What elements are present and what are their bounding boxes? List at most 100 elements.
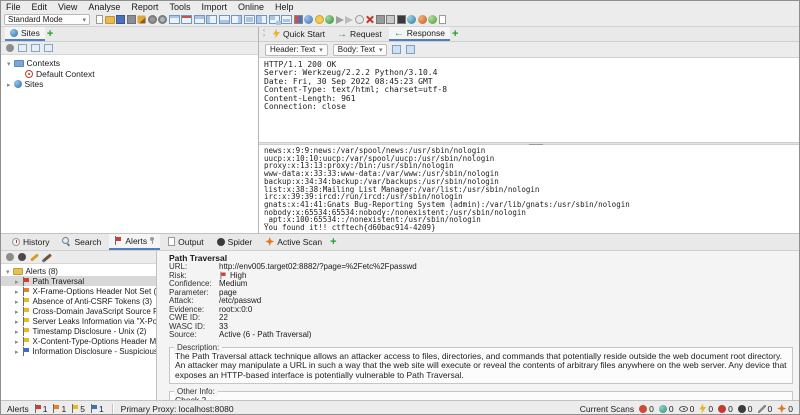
layout-right-icon[interactable]	[231, 15, 242, 24]
break-icon[interactable]	[355, 15, 364, 24]
session-properties-icon[interactable]	[148, 15, 157, 24]
response-splitter[interactable]	[259, 142, 799, 145]
hint-bulb-icon[interactable]	[315, 15, 324, 24]
pin-icon[interactable]	[150, 237, 155, 244]
scope-circle-icon[interactable]	[18, 253, 26, 261]
alert-row-info-disclosure[interactable]: Information Disclosure - Suspicious Comm…	[1, 346, 156, 356]
edit-session-icon[interactable]	[137, 15, 145, 23]
body-view-select[interactable]: Body: Text ▾	[333, 44, 388, 56]
alert-row-x-frame-options[interactable]: X-Frame-Options Header Not Set (7)	[1, 286, 156, 296]
caret-closed-icon[interactable]	[15, 337, 19, 346]
caret-closed-icon[interactable]	[15, 277, 19, 286]
step-icon[interactable]	[345, 16, 353, 24]
alert-row-timestamp-disclosure[interactable]: Timestamp Disclosure - Unix (2)	[1, 326, 156, 336]
tab-spider[interactable]: Spider	[212, 234, 258, 250]
layout-top-icon[interactable]	[194, 15, 205, 24]
alert-row-path-traversal[interactable]: Path Traversal	[1, 276, 156, 286]
menu-tools[interactable]: Tools	[169, 2, 190, 12]
new-session-icon[interactable]	[96, 15, 103, 24]
alert-row-server-leaks[interactable]: Server Leaks Information via "X-Powered-…	[1, 316, 156, 326]
firefox-icon[interactable]	[418, 15, 427, 24]
persist-session-icon[interactable]	[116, 15, 125, 24]
status-alerts-label[interactable]: Alerts	[7, 404, 29, 414]
tab-quick-start[interactable]: Quick Start	[268, 27, 330, 41]
record-icon[interactable]	[325, 15, 334, 24]
tab-scroll-right-icon[interactable]: ›	[263, 34, 265, 39]
snapshot-session-icon[interactable]	[127, 15, 136, 24]
header-view-select[interactable]: Header: Text ▾	[265, 44, 328, 56]
add-workspace-tab-icon[interactable]: +	[452, 30, 458, 39]
highlight-toggle-icon-2[interactable]	[406, 45, 415, 54]
add-tab-icon[interactable]: +	[47, 30, 53, 39]
alert-row-anti-csrf[interactable]: Absence of Anti-CSRF Tokens (3)	[1, 296, 156, 306]
tab-request[interactable]: Request	[332, 27, 387, 41]
tab-sites[interactable]: Sites	[5, 27, 45, 41]
menu-view[interactable]: View	[58, 2, 77, 12]
clear-alerts-icon[interactable]	[43, 253, 52, 261]
layout-bottom-icon[interactable]	[219, 15, 230, 24]
tab-search[interactable]: Search	[57, 234, 106, 250]
edit-alert-icon[interactable]	[30, 253, 39, 261]
tab-output[interactable]: Output	[163, 234, 209, 250]
tree-row-contexts[interactable]: Contexts	[3, 58, 256, 69]
menu-import[interactable]: Import	[201, 2, 227, 12]
caret-closed-icon[interactable]	[15, 347, 19, 356]
continue-icon[interactable]	[336, 16, 344, 24]
script-page-icon[interactable]	[439, 15, 446, 24]
caret-closed-icon[interactable]	[15, 297, 19, 306]
filter-circle-icon[interactable]	[6, 44, 14, 52]
caret-closed-icon[interactable]	[15, 287, 19, 296]
caret-closed-icon[interactable]	[7, 79, 11, 89]
sites-tree[interactable]: Contexts Default Context Sites	[1, 55, 258, 233]
tree-row-sites[interactable]: Sites	[3, 79, 256, 90]
panel-view-icon-1[interactable]	[18, 44, 27, 52]
menu-help[interactable]: Help	[275, 2, 294, 12]
stop-icon[interactable]	[365, 15, 374, 24]
chrome-icon[interactable]	[428, 15, 437, 24]
menu-edit[interactable]: Edit	[32, 2, 48, 12]
panel-view-icon-3[interactable]	[44, 44, 53, 52]
monitor-icon[interactable]	[376, 15, 385, 24]
panel-view-icon-2[interactable]	[31, 44, 40, 52]
caret-open-icon[interactable]	[6, 267, 10, 276]
layout-split-icon[interactable]	[256, 15, 267, 24]
marketplace-icon[interactable]	[304, 15, 313, 24]
menu-report[interactable]: Report	[131, 2, 158, 12]
tab-scroll-icons[interactable]: ‹›	[263, 29, 265, 39]
menu-file[interactable]: File	[6, 2, 21, 12]
add-bottom-tab-icon[interactable]: +	[330, 238, 336, 247]
window-icon[interactable]	[169, 15, 180, 24]
layout-wide-icon[interactable]	[281, 15, 292, 24]
layout-full-icon[interactable]	[244, 15, 255, 24]
alert-row-cross-domain-js[interactable]: Cross-Domain JavaScript Source File Incl…	[1, 306, 156, 316]
open-session-icon[interactable]	[105, 16, 115, 24]
tabs-view-icon[interactable]	[386, 15, 395, 24]
menu-analyse[interactable]: Analyse	[88, 2, 120, 12]
layout-left-icon[interactable]	[206, 15, 217, 24]
highlight-toggle-icon-1[interactable]	[392, 45, 401, 54]
options-icon[interactable]	[158, 15, 167, 24]
alert-row-x-content-type[interactable]: X-Content-Type-Options Header Missing (1…	[1, 336, 156, 346]
caret-open-icon[interactable]	[7, 58, 11, 68]
tab-response-label: Response	[407, 28, 445, 38]
tab-response[interactable]: Response	[389, 27, 450, 41]
filter-circle-icon[interactable]	[6, 253, 14, 261]
tab-history[interactable]: History	[7, 234, 54, 250]
menu-online[interactable]: Online	[238, 2, 264, 12]
dark-monitor-icon[interactable]	[397, 15, 406, 24]
caret-closed-icon[interactable]	[15, 307, 19, 316]
manage-addons-icon[interactable]	[294, 15, 303, 24]
window-alert-icon[interactable]	[181, 15, 192, 24]
caret-closed-icon[interactable]	[15, 327, 19, 336]
tree-row-default-context[interactable]: Default Context	[3, 69, 256, 80]
alerts-tree[interactable]: Alerts (8) Path Traversal X-Frame-Option…	[1, 264, 156, 400]
caret-closed-icon[interactable]	[15, 317, 19, 326]
mode-selector[interactable]: Standard Mode ▾	[4, 14, 90, 25]
browser-icon[interactable]	[407, 15, 416, 24]
tab-active-scan[interactable]: Active Scan	[260, 234, 327, 250]
alerts-root-row[interactable]: Alerts (8)	[1, 266, 156, 276]
response-header-pane[interactable]: HTTP/1.1 200 OK Server: Werkzeug/2.2.2 P…	[259, 58, 799, 142]
tab-alerts[interactable]: Alerts	[109, 234, 160, 250]
response-body-pane[interactable]: news:x:9:9:news:/var/spool/news:/usr/sbi…	[259, 145, 799, 233]
layout-grid-icon[interactable]	[269, 15, 280, 24]
